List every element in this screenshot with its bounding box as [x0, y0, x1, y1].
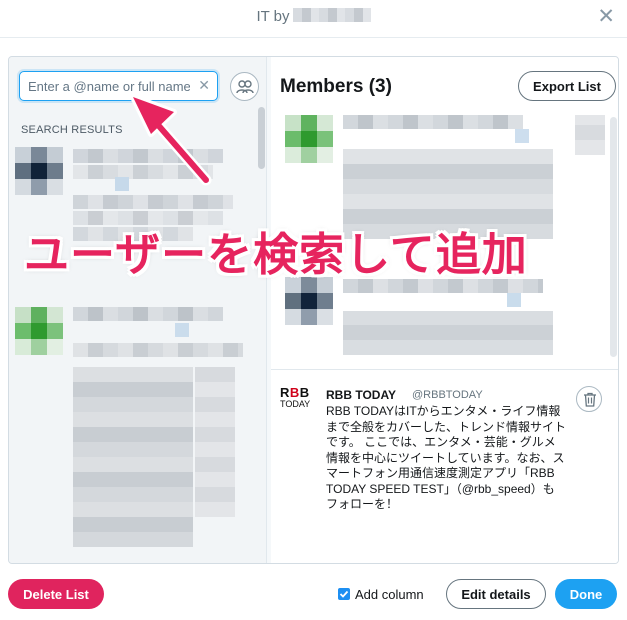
search-result-item[interactable] — [15, 307, 255, 557]
avatar: RBB TODAY — [280, 385, 311, 409]
done-button[interactable]: Done — [555, 579, 617, 609]
add-column-checkbox[interactable] — [338, 588, 350, 600]
list-editor-panel: ✕ SEARCH RESULTS — [8, 56, 619, 564]
search-input[interactable] — [20, 72, 190, 100]
add-column-label: Add column — [355, 587, 424, 602]
search-column: ✕ SEARCH RESULTS — [9, 57, 267, 563]
annotation-label: ユーザーを検索して追加 — [24, 228, 528, 281]
members-heading: Members (3) — [280, 76, 392, 97]
members-scrollbar[interactable] — [610, 117, 617, 357]
checkmark-icon — [339, 590, 349, 598]
clear-search-icon[interactable]: ✕ — [198, 77, 210, 94]
member-item-rbbtoday[interactable]: RBB TODAY RBB TODAY @RBBTODAY RBB TODAYは… — [271, 369, 618, 563]
member-name[interactable]: RBB TODAY — [326, 388, 396, 402]
people-suggest-button[interactable] — [230, 72, 259, 101]
search-results-scrollbar[interactable] — [258, 107, 265, 169]
redacted-username — [292, 8, 371, 22]
remove-member-button[interactable] — [576, 386, 602, 412]
export-list-button[interactable]: Export List — [518, 71, 616, 101]
member-handle: @RBBTODAY — [412, 389, 483, 401]
close-icon[interactable]: ✕ — [597, 6, 615, 28]
list-edit-dialog: IT by ✕ ✕ SEARCH RESULTS — [0, 0, 627, 620]
member-bio: RBB TODAYはITからエンタメ・ライフ情報まで全般をカバーした、トレンド情… — [326, 404, 567, 511]
member-item[interactable] — [285, 115, 605, 239]
member-item[interactable] — [285, 277, 605, 363]
add-column-option[interactable]: Add column — [338, 587, 424, 602]
user-search-box[interactable]: ✕ — [19, 71, 218, 101]
dialog-header: IT by ✕ — [0, 0, 627, 38]
trash-icon — [584, 392, 596, 407]
dialog-title: IT by — [0, 8, 627, 25]
search-results-label: SEARCH RESULTS — [21, 124, 123, 136]
people-icon — [236, 80, 254, 94]
edit-details-button[interactable]: Edit details — [446, 579, 546, 609]
delete-list-button[interactable]: Delete List — [8, 579, 104, 609]
members-column: Members (3) Export List RBB TODAY RBB TO… — [271, 57, 618, 563]
dialog-title-text: IT by — [256, 8, 290, 25]
